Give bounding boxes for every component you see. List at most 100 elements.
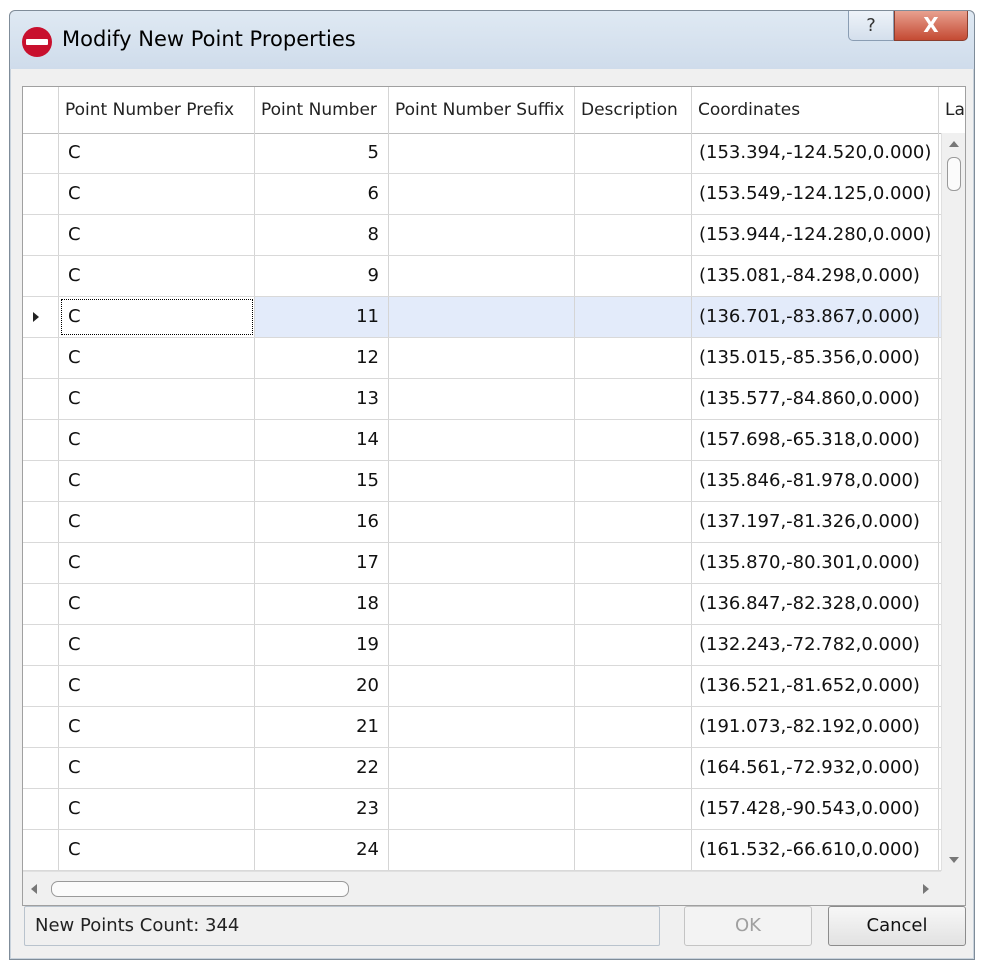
cell-suffix[interactable] [389,707,575,747]
row-header[interactable] [23,174,59,214]
cell-coordinates[interactable]: (136.701,-83.867,0.000) [692,297,939,337]
cell-prefix[interactable]: C [59,584,255,624]
cell-prefix[interactable]: C [59,338,255,378]
table-row[interactable]: C17(135.870,-80.301,0.000)ı [23,543,965,584]
cell-prefix[interactable]: C [59,543,255,583]
column-header-number[interactable]: Point Number [255,87,389,133]
cell-coordinates[interactable]: (136.847,-82.328,0.000) [692,584,939,624]
row-header[interactable] [23,461,59,501]
cell-point-number[interactable]: 12 [255,338,389,378]
vertical-scrollbar[interactable] [941,133,965,871]
cell-coordinates[interactable]: (153.394,-124.520,0.000) [692,133,939,173]
cell-point-number[interactable]: 6 [255,174,389,214]
cell-suffix[interactable] [389,584,575,624]
cell-description[interactable] [575,174,692,214]
cell-suffix[interactable] [389,830,575,870]
cell-prefix[interactable]: C [59,502,255,542]
cell-description[interactable] [575,666,692,706]
horizontal-scrollbar[interactable] [23,871,941,905]
vertical-scroll-thumb[interactable] [947,157,961,191]
cell-suffix[interactable] [389,420,575,460]
cell-suffix[interactable] [389,543,575,583]
cell-point-number[interactable]: 5 [255,133,389,173]
row-header[interactable] [23,420,59,460]
cell-description[interactable] [575,543,692,583]
cell-description[interactable] [575,584,692,624]
cell-suffix[interactable] [389,297,575,337]
row-header[interactable] [23,379,59,419]
cell-suffix[interactable] [389,461,575,501]
help-button[interactable]: ? [848,11,894,41]
table-row[interactable]: C24(161.532,-66.610,0.000)ı [23,830,965,871]
row-header[interactable] [23,297,59,337]
cell-point-number[interactable]: 17 [255,543,389,583]
cell-point-number[interactable]: 24 [255,830,389,870]
cell-coordinates[interactable]: (135.081,-84.298,0.000) [692,256,939,296]
cell-description[interactable] [575,133,692,173]
cell-point-number[interactable]: 15 [255,461,389,501]
cell-description[interactable] [575,256,692,296]
cell-description[interactable] [575,338,692,378]
table-row[interactable]: C13(135.577,-84.860,0.000)ı [23,379,965,420]
table-row[interactable]: C14(157.698,-65.318,0.000)ı [23,420,965,461]
cancel-button[interactable]: Cancel [828,906,966,946]
row-header[interactable] [23,830,59,870]
row-header[interactable] [23,789,59,829]
column-header-suffix[interactable]: Point Number Suffix [389,87,575,133]
table-row[interactable]: C15(135.846,-81.978,0.000)ı [23,461,965,502]
row-header[interactable] [23,584,59,624]
table-row[interactable]: C20(136.521,-81.652,0.000)ı [23,666,965,707]
row-header[interactable] [23,707,59,747]
cell-point-number[interactable]: 16 [255,502,389,542]
cell-coordinates[interactable]: (137.197,-81.326,0.000) [692,502,939,542]
horizontal-scroll-thumb[interactable] [51,881,349,897]
cell-coordinates[interactable]: (135.577,-84.860,0.000) [692,379,939,419]
cell-description[interactable] [575,461,692,501]
points-grid[interactable]: Point Number Prefix Point Number Point N… [22,86,966,906]
close-button[interactable]: X [894,11,968,41]
cell-description[interactable] [575,789,692,829]
table-row[interactable]: C22(164.561,-72.932,0.000)ı [23,748,965,789]
cell-coordinates[interactable]: (136.521,-81.652,0.000) [692,666,939,706]
table-row[interactable]: C8(153.944,-124.280,0.000)ı [23,215,965,256]
row-header[interactable] [23,748,59,788]
cell-point-number[interactable]: 19 [255,625,389,665]
row-header[interactable] [23,543,59,583]
row-header[interactable] [23,215,59,255]
cell-prefix[interactable]: C [59,215,255,255]
cell-prefix[interactable]: C [59,174,255,214]
cell-point-number[interactable]: 9 [255,256,389,296]
cell-point-number[interactable]: 20 [255,666,389,706]
table-row[interactable]: C19(132.243,-72.782,0.000)ı [23,625,965,666]
table-row[interactable]: C6(153.549,-124.125,0.000)ı [23,174,965,215]
cell-coordinates[interactable]: (132.243,-72.782,0.000) [692,625,939,665]
table-row[interactable]: C9(135.081,-84.298,0.000)ı [23,256,965,297]
cell-suffix[interactable] [389,338,575,378]
cell-suffix[interactable] [389,789,575,829]
cell-prefix[interactable]: C [59,256,255,296]
cell-coordinates[interactable]: (135.015,-85.356,0.000) [692,338,939,378]
cell-coordinates[interactable]: (157.428,-90.543,0.000) [692,789,939,829]
cell-prefix[interactable]: C [59,379,255,419]
cell-coordinates[interactable]: (135.870,-80.301,0.000) [692,543,939,583]
cell-point-number[interactable]: 8 [255,215,389,255]
table-row[interactable]: C12(135.015,-85.356,0.000)ı [23,338,965,379]
cell-suffix[interactable] [389,379,575,419]
title-bar[interactable]: Modify New Point Properties [10,11,974,69]
cell-point-number[interactable]: 23 [255,789,389,829]
cell-point-number[interactable]: 11 [255,297,389,337]
cell-description[interactable] [575,215,692,255]
cell-prefix[interactable]: C [59,297,255,337]
row-header[interactable] [23,625,59,665]
row-header[interactable] [23,666,59,706]
cell-suffix[interactable] [389,625,575,665]
cell-prefix[interactable]: C [59,625,255,665]
table-row[interactable]: C21(191.073,-82.192,0.000)ı [23,707,965,748]
table-row[interactable]: C23(157.428,-90.543,0.000)ı [23,789,965,830]
table-row[interactable]: C5(153.394,-124.520,0.000)ı [23,133,965,174]
cell-coordinates[interactable]: (157.698,-65.318,0.000) [692,420,939,460]
cell-prefix[interactable]: C [59,420,255,460]
cell-prefix[interactable]: C [59,461,255,501]
cell-point-number[interactable]: 18 [255,584,389,624]
column-header-layer[interactable]: Lay [939,87,965,133]
